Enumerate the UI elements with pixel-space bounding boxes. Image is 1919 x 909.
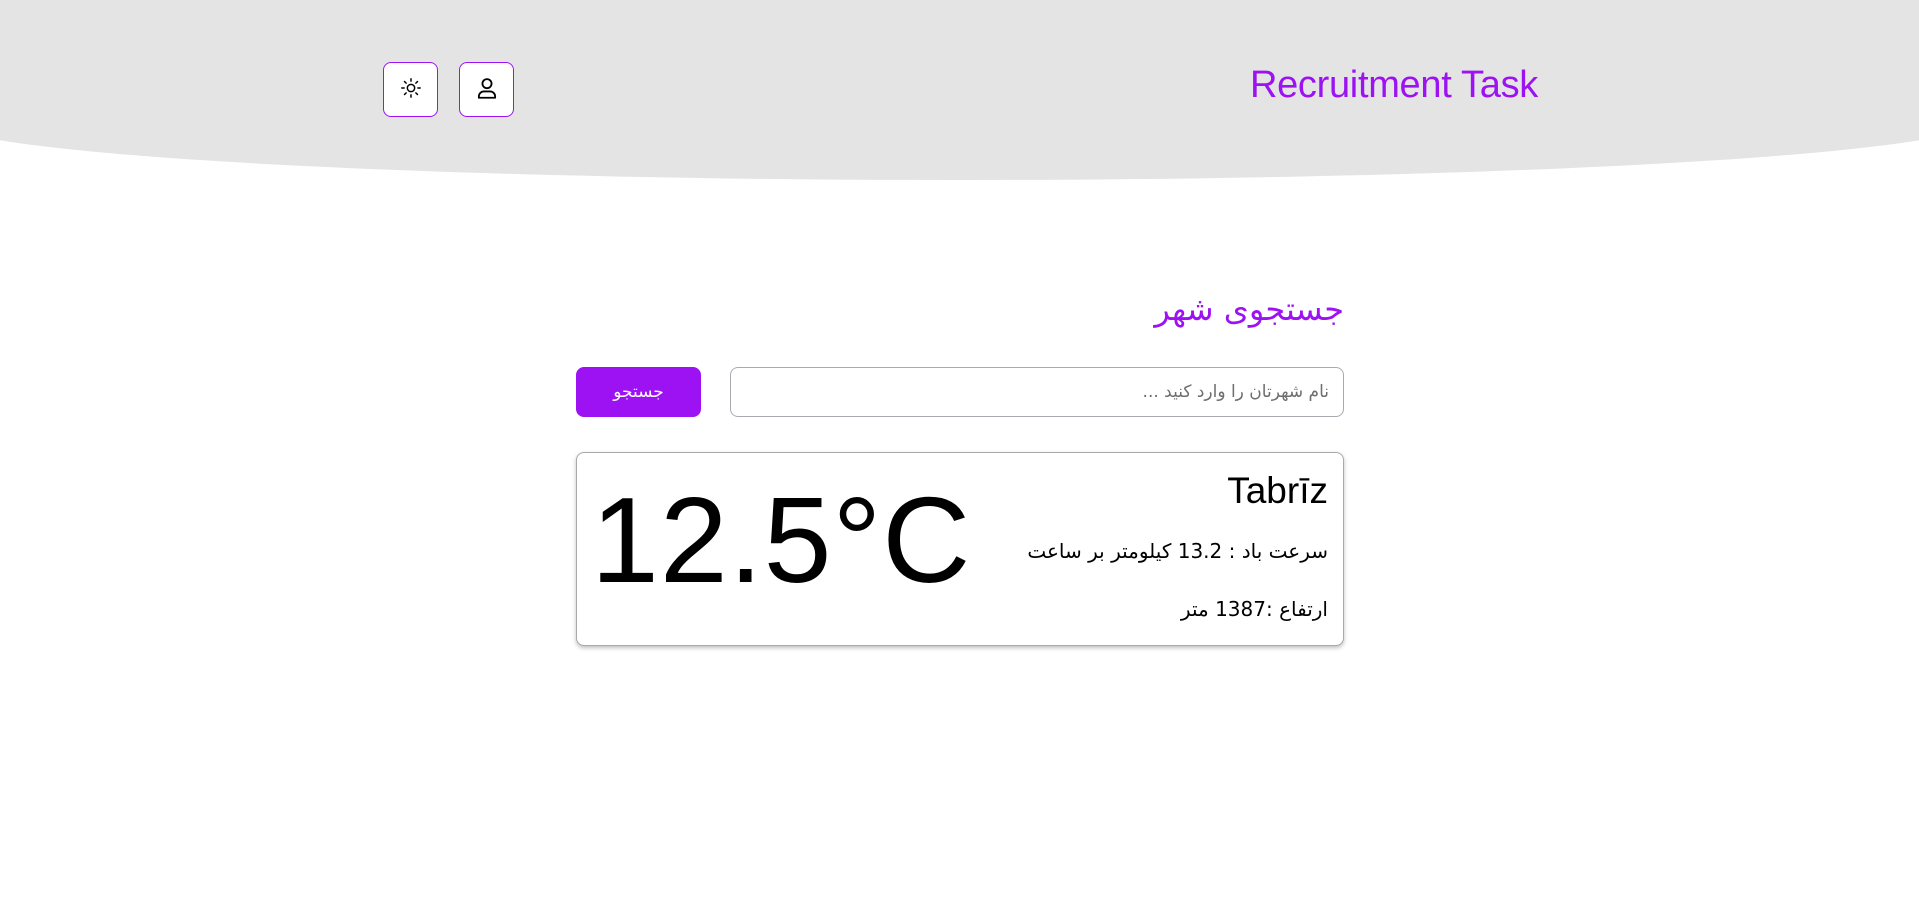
search-button[interactable]: جستجو: [576, 367, 701, 417]
theme-toggle-button[interactable]: [383, 62, 438, 117]
brand-title: Recruitment Task: [1249, 64, 1538, 106]
search-section-title: جستجوی شهر: [1154, 290, 1344, 328]
sun-icon: [400, 77, 422, 103]
temperature-value: 12.5°C: [591, 472, 972, 608]
search-bar: جستجو: [576, 367, 1344, 417]
elevation: ارتفاع :1387 متر: [1180, 597, 1328, 621]
site-header: Recruitment Task: [0, 0, 1919, 180]
city-name: Tabrīz: [1227, 470, 1328, 511]
profile-button[interactable]: [459, 62, 514, 117]
wind-speed: سرعت باد : 13.2 کیلومتر بر ساعت: [1027, 539, 1328, 563]
weather-card: 12.5°C Tabrīz سرعت باد : 13.2 کیلومتر بر…: [576, 452, 1344, 646]
user-icon: [474, 75, 500, 105]
city-search-input[interactable]: [730, 367, 1344, 417]
